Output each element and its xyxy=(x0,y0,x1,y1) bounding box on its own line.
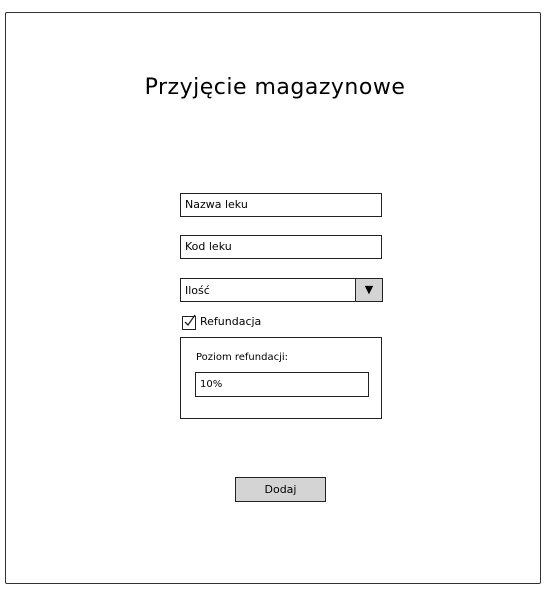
triangle-down-icon: ▼ xyxy=(364,283,374,296)
quantity-select-value: Ilość xyxy=(185,284,210,297)
refund-checkbox-label: Refundacja xyxy=(200,315,262,328)
add-button[interactable]: Dodaj xyxy=(235,477,326,502)
drug-name-input[interactable]: Nazwa leku xyxy=(180,193,382,217)
drug-code-input[interactable]: Kod leku xyxy=(180,235,382,259)
checkmark-icon xyxy=(184,314,196,327)
quantity-select[interactable]: Ilość ▼ xyxy=(180,278,383,302)
refund-level-input[interactable]: 10% xyxy=(195,372,369,397)
page-title: Przyjęcie magazynowe xyxy=(144,75,406,100)
refund-level-panel: Poziom refundacji: 10% xyxy=(180,337,382,419)
refund-level-label: Poziom refundacji: xyxy=(196,352,288,363)
refund-checkbox[interactable] xyxy=(182,314,196,330)
dropdown-arrow-button[interactable]: ▼ xyxy=(355,279,382,301)
